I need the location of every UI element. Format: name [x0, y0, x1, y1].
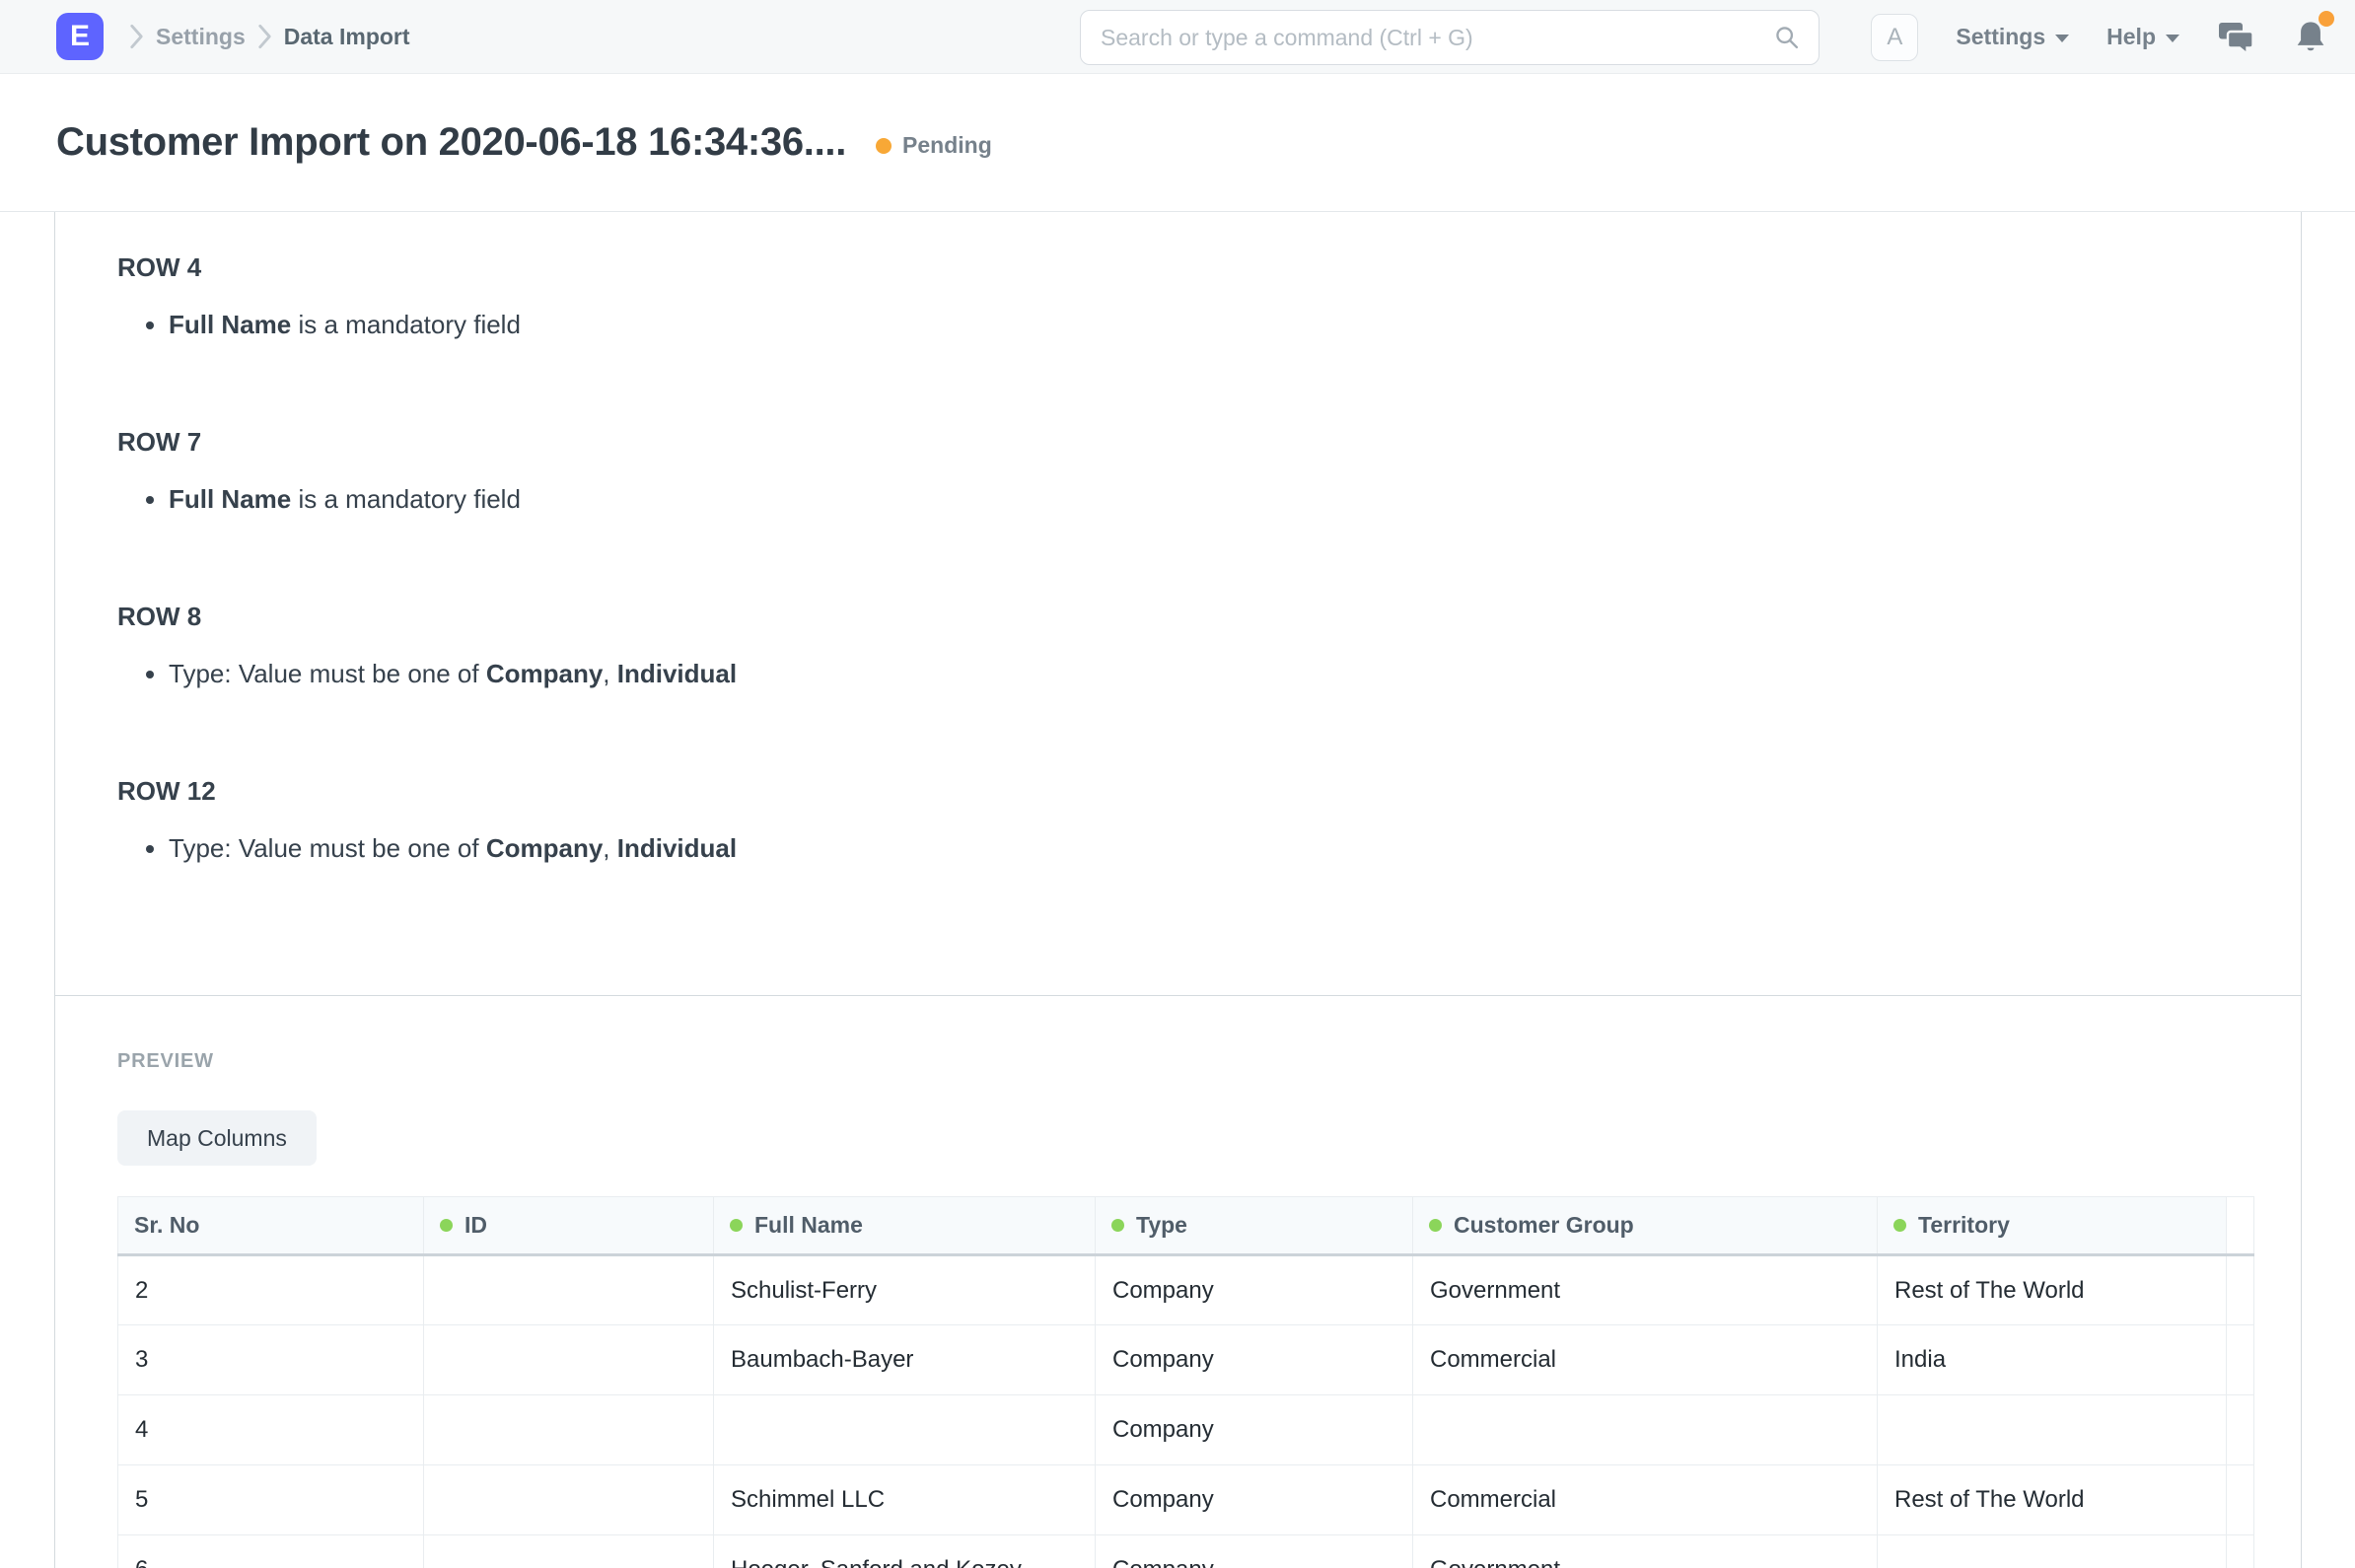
- table-header-cell-type[interactable]: Type: [1096, 1197, 1413, 1255]
- table-cell: 6: [118, 1535, 424, 1568]
- erpnext-logo[interactable]: E: [56, 13, 104, 60]
- table-cell: Company: [1096, 1325, 1413, 1395]
- breadcrumb-item-settings[interactable]: Settings: [156, 24, 246, 50]
- log-error-item: Type: Value must be one of Company, Indi…: [169, 828, 2242, 868]
- table-cell: Hoeger, Sanford and Kozey: [714, 1535, 1096, 1568]
- log-row-heading: ROW 7: [117, 424, 2242, 460]
- table-header-cell-sr-no[interactable]: Sr. No: [118, 1197, 424, 1255]
- avatar[interactable]: A: [1871, 14, 1918, 61]
- table-cell: Baumbach-Bayer: [714, 1325, 1096, 1395]
- navbar-settings-menu[interactable]: Settings: [1956, 24, 2069, 50]
- status-badge: Pending: [876, 132, 992, 159]
- log-row-section: ROW 8 Type: Value must be one of Company,…: [117, 599, 2242, 693]
- table-row: 3 Baumbach-BayerCompanyCommercialIndia: [118, 1325, 2254, 1395]
- table-header-cell-full-name[interactable]: Full Name: [714, 1197, 1096, 1255]
- log-row-heading: ROW 12: [117, 773, 2242, 809]
- page-title: Customer Import on 2020-06-18 16:34:36..…: [56, 120, 846, 165]
- mapped-column-dot-icon: [730, 1219, 743, 1232]
- table-spacer-cell: [2227, 1465, 2254, 1535]
- table-spacer-cell: [2227, 1535, 2254, 1568]
- table-cell: Schimmel LLC: [714, 1465, 1096, 1535]
- mapped-column-dot-icon: [1429, 1219, 1442, 1232]
- table-cell: 2: [118, 1255, 424, 1325]
- table-cell: Company: [1096, 1255, 1413, 1325]
- navbar-help-label: Help: [2106, 24, 2156, 50]
- table-body: 2Schulist-FerryCompanyGovernmentRest of …: [118, 1255, 2254, 1568]
- mapped-column-dot-icon: [1111, 1219, 1124, 1232]
- table-cell: [1878, 1535, 2227, 1568]
- table-cell: Schulist-Ferry: [714, 1255, 1096, 1325]
- preview-section-label: PREVIEW: [117, 1050, 2301, 1073]
- table-cell: [1878, 1395, 2227, 1465]
- table-cell: 5: [118, 1465, 424, 1535]
- table-spacer-cell: [2227, 1395, 2254, 1465]
- table-cell: [424, 1325, 714, 1395]
- breadcrumb-chevron-icon: [257, 24, 272, 49]
- table-cell: Company: [1096, 1535, 1413, 1568]
- table-spacer-cell: [2227, 1197, 2254, 1255]
- table-cell: 3: [118, 1325, 424, 1395]
- table-cell: 4: [118, 1395, 424, 1465]
- notification-dot: [2319, 11, 2334, 27]
- table-cell: Government: [1413, 1255, 1878, 1325]
- navbar: E Settings Data Import A Settings Help: [0, 0, 2355, 74]
- import-log-panel: ROW 4Full Name is a mandatory fieldROW 7…: [55, 212, 2301, 996]
- table-cell: [714, 1395, 1096, 1465]
- table-cell: Company: [1096, 1465, 1413, 1535]
- breadcrumb: Settings Data Import: [117, 24, 410, 50]
- mapped-column-dot-icon: [1893, 1219, 1906, 1232]
- table-header-row: Sr. NoIDFull NameTypeCustomer GroupTerri…: [118, 1197, 2254, 1255]
- global-search: [1080, 10, 1820, 65]
- chevron-down-icon: [2166, 35, 2179, 42]
- table-cell: Commercial: [1413, 1325, 1878, 1395]
- log-error-item: Type: Value must be one of Company, Indi…: [169, 654, 2242, 693]
- log-row-section: ROW 4 Full Name is a mandatory field: [117, 249, 2242, 344]
- data-import-form: ROW 4Full Name is a mandatory fieldROW 7…: [54, 212, 2302, 1568]
- chevron-down-icon: [2055, 35, 2069, 42]
- breadcrumb-item-data-import[interactable]: Data Import: [284, 24, 410, 50]
- search-icon: [1773, 24, 1801, 51]
- table-row: 2 Schulist-FerryCompanyGovernmentRest of …: [118, 1255, 2254, 1325]
- table-spacer-cell: [2227, 1255, 2254, 1325]
- log-error-item: Full Name is a mandatory field: [169, 479, 2242, 519]
- page-head: Customer Import on 2020-06-18 16:34:36..…: [0, 74, 2355, 212]
- preview-table: Sr. NoIDFull NameTypeCustomer GroupTerri…: [117, 1196, 2254, 1568]
- table-cell: Company: [1096, 1395, 1413, 1465]
- preview-section: PREVIEW Map Columns Sr. NoIDFull NameTyp…: [55, 996, 2301, 1568]
- breadcrumb-chevron-icon: [129, 24, 144, 49]
- log-row-heading: ROW 4: [117, 249, 2242, 285]
- table-cell: Rest of The World: [1878, 1465, 2227, 1535]
- table-header-cell-territory[interactable]: Territory: [1878, 1197, 2227, 1255]
- table-cell: [424, 1255, 714, 1325]
- table-cell: [1413, 1395, 1878, 1465]
- status-dot: [876, 138, 892, 154]
- table-header-cell-id[interactable]: ID: [424, 1197, 714, 1255]
- table-cell: Rest of The World: [1878, 1255, 2227, 1325]
- bell-icon[interactable]: [2294, 19, 2327, 56]
- log-row-heading: ROW 8: [117, 599, 2242, 634]
- table-row: 4 Company: [118, 1395, 2254, 1465]
- map-columns-button[interactable]: Map Columns: [117, 1110, 317, 1166]
- log-row-section: ROW 7 Full Name is a mandatory field: [117, 424, 2242, 519]
- mapped-column-dot-icon: [440, 1219, 453, 1232]
- search-input[interactable]: [1099, 24, 1773, 52]
- table-spacer-cell: [2227, 1325, 2254, 1395]
- table-cell: [424, 1465, 714, 1535]
- table-header-cell-customer-group[interactable]: Customer Group: [1413, 1197, 1878, 1255]
- table-cell: Government: [1413, 1535, 1878, 1568]
- table-cell: Commercial: [1413, 1465, 1878, 1535]
- log-error-item: Full Name is a mandatory field: [169, 305, 2242, 344]
- table-cell: India: [1878, 1325, 2227, 1395]
- table-cell: [424, 1535, 714, 1568]
- chat-icon[interactable]: [2217, 20, 2256, 55]
- status-label: Pending: [902, 132, 992, 159]
- table-row: 6 Hoeger, Sanford and KozeyCompanyGovernm…: [118, 1535, 2254, 1568]
- navbar-help-menu[interactable]: Help: [2106, 24, 2179, 50]
- log-row-section: ROW 12 Type: Value must be one of Company…: [117, 773, 2242, 868]
- table-cell: [424, 1395, 714, 1465]
- navbar-settings-label: Settings: [1956, 24, 2045, 50]
- table-row: 5 Schimmel LLCCompanyCommercialRest of Th…: [118, 1465, 2254, 1535]
